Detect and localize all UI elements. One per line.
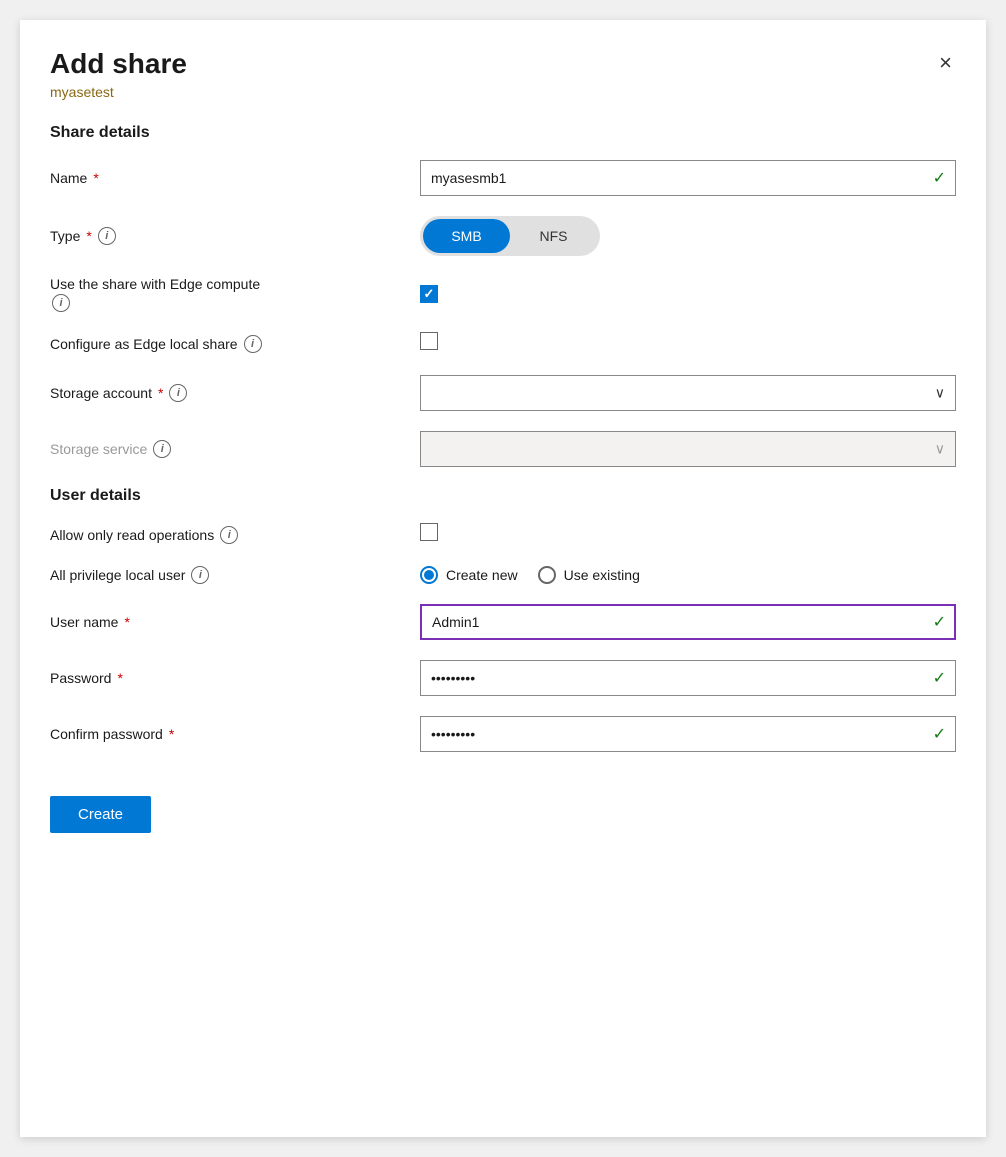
edge-compute-info-icon[interactable]: i xyxy=(52,294,70,312)
create-new-label: Create new xyxy=(446,567,518,583)
username-row: User name * ✓ xyxy=(50,604,956,640)
edge-compute-label-group: Use the share with Edge compute i xyxy=(50,276,260,312)
nfs-toggle-button[interactable]: NFS xyxy=(510,219,597,253)
user-details-title: User details xyxy=(50,487,956,505)
edge-compute-info-row: i xyxy=(50,294,260,312)
type-control: SMB NFS xyxy=(420,216,956,256)
edge-local-label: Configure as Edge local share i xyxy=(50,335,420,353)
share-details-title: Share details xyxy=(50,124,956,142)
create-new-radio-button[interactable] xyxy=(420,566,438,584)
edge-local-row: Configure as Edge local share i xyxy=(50,332,956,355)
password-control: ✓ xyxy=(420,660,956,696)
storage-account-arrow-icon: ∨ xyxy=(935,385,945,402)
create-new-radio-item[interactable]: Create new xyxy=(420,566,518,584)
use-existing-radio-button[interactable] xyxy=(538,566,556,584)
privilege-user-control: Create new Use existing xyxy=(420,566,956,584)
privilege-user-radio-group: Create new Use existing xyxy=(420,566,956,584)
username-control: ✓ xyxy=(420,604,956,640)
confirm-password-input-wrapper: ✓ xyxy=(420,716,956,752)
edge-compute-checkbox[interactable] xyxy=(420,285,438,303)
share-details-section: Share details Name * ✓ Type * i xyxy=(50,124,956,467)
edge-local-checkbox[interactable] xyxy=(420,332,438,350)
storage-account-info-icon[interactable]: i xyxy=(169,384,187,402)
edge-local-info-icon[interactable]: i xyxy=(244,335,262,353)
storage-account-required: * xyxy=(158,385,163,401)
storage-service-arrow-icon: ∨ xyxy=(935,441,945,458)
name-control: ✓ xyxy=(420,160,956,196)
username-check-icon: ✓ xyxy=(933,612,946,632)
type-label: Type * i xyxy=(50,227,420,245)
confirm-password-label: Confirm password * xyxy=(50,726,420,742)
type-required: * xyxy=(86,228,91,244)
read-ops-checkbox[interactable] xyxy=(420,523,438,541)
panel-title: Add share xyxy=(50,48,187,80)
read-ops-info-icon[interactable]: i xyxy=(220,526,238,544)
name-required: * xyxy=(93,170,98,186)
edge-compute-label-container: Use the share with Edge compute i xyxy=(50,276,420,312)
name-label: Name * xyxy=(50,170,420,186)
read-ops-control xyxy=(420,523,956,546)
name-input[interactable] xyxy=(420,160,956,196)
panel-subtitle: myasetest xyxy=(50,84,956,100)
storage-account-row: Storage account * i ∨ xyxy=(50,375,956,411)
storage-account-label: Storage account * i xyxy=(50,384,420,402)
confirm-password-required: * xyxy=(169,726,174,742)
use-existing-label: Use existing xyxy=(564,567,640,583)
password-row: Password * ✓ xyxy=(50,660,956,696)
storage-service-dropdown: ∨ xyxy=(420,431,956,467)
storage-account-control: ∨ xyxy=(420,375,956,411)
use-existing-radio-item[interactable]: Use existing xyxy=(538,566,640,584)
smb-toggle-button[interactable]: SMB xyxy=(423,219,510,253)
create-button[interactable]: Create xyxy=(50,796,151,833)
add-share-panel: Add share × myasetest Share details Name… xyxy=(20,20,986,1137)
type-row: Type * i SMB NFS xyxy=(50,216,956,256)
password-required: * xyxy=(117,670,122,686)
edge-compute-label-row: Use the share with Edge compute xyxy=(50,276,260,292)
password-label: Password * xyxy=(50,670,420,686)
storage-service-info-icon[interactable]: i xyxy=(153,440,171,458)
read-ops-row: Allow only read operations i xyxy=(50,523,956,546)
edge-compute-control xyxy=(420,285,956,303)
storage-service-label: Storage service i xyxy=(50,440,420,458)
privilege-user-label: All privilege local user i xyxy=(50,566,420,584)
read-ops-label: Allow only read operations i xyxy=(50,526,420,544)
password-input[interactable] xyxy=(420,660,956,696)
confirm-password-control: ✓ xyxy=(420,716,956,752)
privilege-user-info-icon[interactable]: i xyxy=(191,566,209,584)
name-check-icon: ✓ xyxy=(933,168,946,188)
username-label: User name * xyxy=(50,614,420,630)
panel-header: Add share × xyxy=(50,48,956,80)
user-details-section: User details Allow only read operations … xyxy=(50,487,956,752)
close-button[interactable]: × xyxy=(935,48,956,78)
name-input-wrapper: ✓ xyxy=(420,160,956,196)
password-input-wrapper: ✓ xyxy=(420,660,956,696)
confirm-password-check-icon: ✓ xyxy=(933,724,946,744)
edge-local-control xyxy=(420,332,956,355)
storage-account-dropdown[interactable]: ∨ xyxy=(420,375,956,411)
confirm-password-input[interactable] xyxy=(420,716,956,752)
privilege-user-row: All privilege local user i Create new Us… xyxy=(50,566,956,584)
password-check-icon: ✓ xyxy=(933,668,946,688)
username-required: * xyxy=(124,614,129,630)
type-info-icon[interactable]: i xyxy=(98,227,116,245)
type-toggle-group: SMB NFS xyxy=(420,216,600,256)
panel-footer: Create xyxy=(50,772,956,833)
edge-compute-row: Use the share with Edge compute i xyxy=(50,276,956,312)
username-input[interactable] xyxy=(420,604,956,640)
username-input-wrapper: ✓ xyxy=(420,604,956,640)
storage-service-row: Storage service i ∨ xyxy=(50,431,956,467)
name-row: Name * ✓ xyxy=(50,160,956,196)
storage-service-control: ∨ xyxy=(420,431,956,467)
create-new-radio-inner xyxy=(424,570,434,580)
confirm-password-row: Confirm password * ✓ xyxy=(50,716,956,752)
